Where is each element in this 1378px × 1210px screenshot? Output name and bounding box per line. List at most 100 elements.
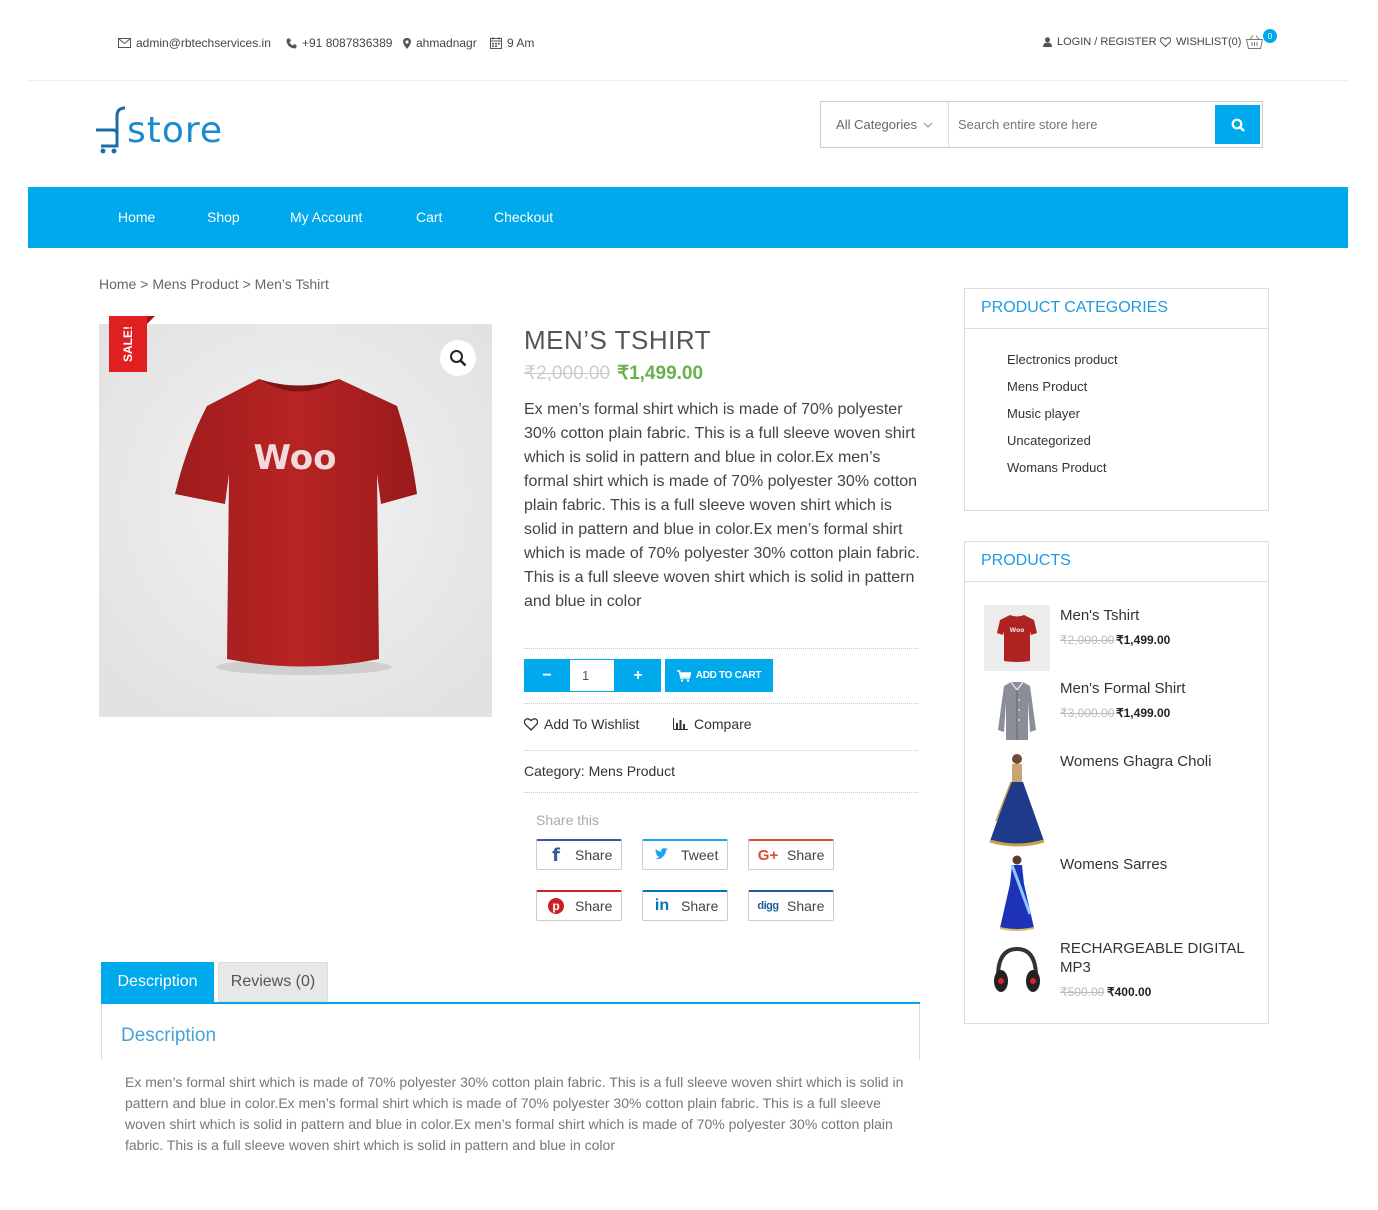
search-button[interactable] [1215,105,1260,144]
divider [524,648,918,649]
category-link[interactable]: Mens Product [1007,379,1087,394]
category-link[interactable]: Womans Product [1007,460,1106,475]
share-title: Share this [536,812,600,828]
nav-cart[interactable]: Cart [416,209,442,225]
pinterest-share-button[interactable]: p Share [536,890,622,921]
heart-icon [524,717,538,731]
widget-divider [965,581,1268,582]
search-input[interactable] [950,102,1214,147]
hours-contact: 9 Am [490,36,534,50]
linkedin-share-button[interactable]: in Share [642,890,728,921]
site-logo[interactable]: store [93,106,233,162]
product-name[interactable]: Womens Sarres [1060,855,1167,874]
quantity-input[interactable] [569,659,615,692]
category-select[interactable]: All Categories [821,102,949,147]
login-register-link[interactable]: LOGIN / REGISTER [1043,36,1157,48]
tshirt-image: Woo [99,324,492,717]
tab-panel-title: Description [121,1025,217,1046]
facebook-share-button[interactable]: f Share [536,839,622,870]
email-contact[interactable]: admin@rbtechservices.in [118,36,271,50]
product-name[interactable]: Men's Formal Shirt [1060,679,1185,698]
pinterest-icon: p [543,898,569,914]
nav-shop[interactable]: Shop [207,209,240,225]
logo-text: store [127,110,224,151]
main-nav: Home Shop My Account Cart Checkout [28,187,1348,248]
quantity-decrease-button[interactable]: − [524,659,570,692]
tab-panel [101,1004,920,1060]
compare-link[interactable]: Compare [673,716,752,732]
breadcrumb-home[interactable]: Home [99,276,136,292]
wishlist-link[interactable]: WISHLIST(0) [1160,36,1241,48]
digg-share-label: Share [787,898,825,914]
zoom-button[interactable] [440,340,476,376]
search-icon [1231,118,1245,132]
nav-my-account[interactable]: My Account [290,209,362,225]
twitter-share-button[interactable]: Tweet [642,839,728,870]
google-plus-share-label: Share [787,847,825,863]
cart-icon [676,669,691,682]
sale-badge: SALE! [109,316,155,372]
product-name[interactable]: Men's Tshirt [1060,606,1139,625]
product-thumbnail[interactable] [984,751,1050,849]
facebook-icon: f [552,844,560,866]
top-divider [28,80,1348,81]
email-text: admin@rbtechservices.in [136,36,271,50]
search-bar: All Categories [820,101,1263,148]
product-short-description: Ex men’s formal shirt which is made of 7… [524,401,920,610]
tab-reviews[interactable]: Reviews (0) [218,962,328,1002]
breadcrumb-category[interactable]: Mens Product [152,276,238,292]
phone-icon [286,38,297,48]
product-name[interactable]: Womens Ghagra Choli [1060,752,1211,771]
nav-checkout[interactable]: Checkout [494,209,553,225]
facebook-share-label: Share [575,847,613,863]
product-title: MEN’S TSHIRT [524,325,712,355]
category-link[interactable]: Mens Product [589,763,675,779]
quantity-increase-button[interactable]: + [615,659,661,692]
pinterest-share-label: Share [575,898,613,914]
product-price: ₹1,499.00 [1116,633,1171,647]
cart-link[interactable]: 0 [1245,29,1277,51]
category-link[interactable]: Music player [1007,406,1080,421]
phone-contact[interactable]: +91 8087836389 [286,36,392,50]
nav-home[interactable]: Home [118,209,155,225]
product-old-price: ₹500.00 [1060,985,1105,999]
categories-title: PRODUCT CATEGORIES [981,299,1168,316]
wishlist-text: WISHLIST(0) [1176,36,1242,48]
category-link[interactable]: Uncategorized [1007,433,1091,448]
headphones-thumbnail [994,946,1040,992]
add-to-wishlist-link[interactable]: Add To Wishlist [524,716,639,732]
add-to-cart-button[interactable]: ADD TO CART [665,659,773,692]
categories-widget: PRODUCT CATEGORIES Electronics product M… [964,288,1269,511]
saree-thumbnail [999,855,1035,931]
product-price: ₹1,499.00 [1116,706,1171,720]
product-category: Category: Mens Product [524,763,675,779]
formal-shirt-thumbnail [998,681,1036,740]
chevron-down-icon [923,122,933,128]
tshirt-print-text: Woo [253,438,336,478]
product-thumbnail[interactable] [984,854,1050,932]
product-image[interactable]: Woo [99,324,492,717]
ghagra-choli-thumbnail [989,754,1045,847]
category-link[interactable]: Electronics product [1007,352,1118,367]
product-thumbnail[interactable]: Woo [984,605,1050,671]
google-plus-share-button[interactable]: G+ Share [748,839,834,870]
divider [524,792,918,793]
tab-description[interactable]: Description [101,962,214,1002]
compare-label: Compare [694,716,752,732]
product-thumbnail[interactable] [984,939,1050,1005]
product-name[interactable]: RECHARGEABLE DIGITAL MP3 [1060,939,1250,977]
breadcrumb-separator: > [242,276,251,292]
hours-text: 9 Am [507,36,535,50]
shopping-basket-icon [1245,35,1264,49]
digg-share-button[interactable]: digg Share [748,890,834,921]
product-thumbnail[interactable] [984,678,1050,744]
linkedin-share-label: Share [681,898,719,914]
map-marker-icon [403,37,411,49]
category-label: Category: [524,763,585,779]
divider [524,703,918,704]
cart-count-badge: 0 [1263,29,1277,43]
top-bar: admin@rbtechservices.in +91 8087836389 a… [0,0,1378,80]
location-contact: ahmadnagr [403,36,477,50]
login-text: LOGIN / REGISTER [1057,36,1157,48]
breadcrumb-separator: > [140,276,149,292]
